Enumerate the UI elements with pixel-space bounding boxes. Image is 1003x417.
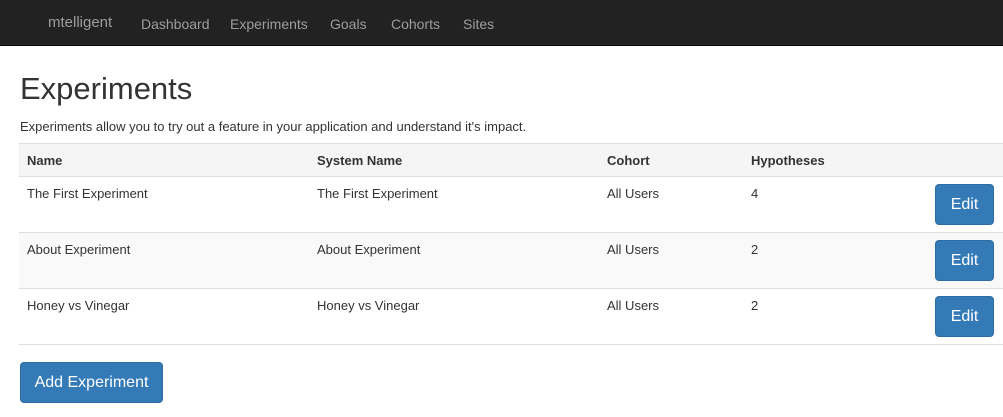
edit-button[interactable]: Edit — [935, 240, 994, 281]
cell-cohort: All Users — [607, 298, 660, 313]
cell-system-name: The First Experiment — [317, 186, 438, 201]
nav-goals[interactable]: Goals — [330, 16, 367, 32]
cell-cohort: All Users — [607, 186, 660, 201]
cell-hypotheses: 4 — [751, 186, 759, 201]
edit-button[interactable]: Edit — [935, 296, 994, 337]
experiments-table: Name System Name Cohort Hypotheses The F… — [19, 143, 1003, 345]
page-description: Experiments allow you to try out a featu… — [20, 119, 527, 134]
cell-hypotheses: 2 — [751, 242, 759, 257]
header-cohort: Cohort — [607, 153, 650, 168]
cell-hypotheses: 2 — [751, 298, 759, 313]
nav-experiments[interactable]: Experiments — [230, 16, 308, 32]
top-navbar: mtelligent Dashboard Experiments Goals C… — [0, 0, 1003, 46]
nav-sites[interactable]: Sites — [463, 16, 494, 32]
header-name: Name — [27, 153, 63, 168]
nav-cohorts[interactable]: Cohorts — [391, 16, 440, 32]
cell-system-name: About Experiment — [317, 242, 421, 257]
brand-logo[interactable]: mtelligent — [48, 14, 112, 31]
cell-system-name: Honey vs Vinegar — [317, 298, 420, 313]
cell-name: Honey vs Vinegar — [27, 298, 130, 313]
cell-name: The First Experiment — [27, 186, 148, 201]
table-row: The First Experiment The First Experimen… — [19, 177, 1003, 233]
nav-dashboard[interactable]: Dashboard — [141, 16, 210, 32]
edit-button[interactable]: Edit — [935, 184, 994, 225]
table-row: About Experiment About Experiment All Us… — [19, 233, 1003, 289]
header-system-name: System Name — [317, 153, 403, 168]
add-experiment-button[interactable]: Add Experiment — [20, 362, 163, 403]
table-row: Honey vs Vinegar Honey vs Vinegar All Us… — [19, 289, 1003, 345]
cell-name: About Experiment — [27, 242, 131, 257]
cell-cohort: All Users — [607, 242, 660, 257]
page-title: Experiments — [20, 71, 193, 106]
header-hypotheses: Hypotheses — [751, 153, 825, 168]
table-header: Name System Name Cohort Hypotheses — [19, 143, 1003, 177]
